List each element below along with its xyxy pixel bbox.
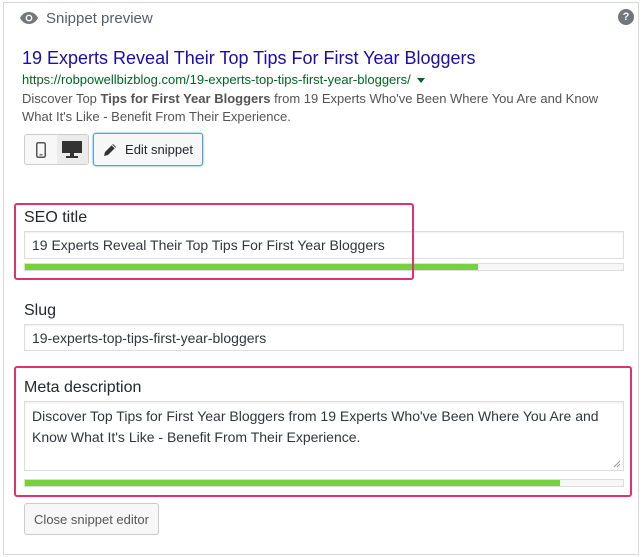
desktop-icon (62, 141, 83, 158)
eye-icon (20, 12, 38, 24)
preview-description-bold: Tips for First Year Bloggers (100, 91, 271, 106)
preview-description-start: Discover Top (22, 91, 101, 106)
slug-label: Slug (24, 302, 57, 319)
seo-title-highlight-box (14, 203, 414, 280)
preview-title[interactable]: 19 Experts Reveal Their Top Tips For Fir… (22, 46, 612, 70)
preview-mode-toggle (24, 134, 89, 165)
desktop-preview-button[interactable] (56, 135, 88, 164)
meta-description-highlight-box (14, 366, 632, 497)
preview-description: Discover Top Tips for First Year Blogger… (22, 90, 622, 126)
preview-url-text: https://robpowellbizblog.com/19-experts-… (22, 72, 411, 87)
edit-snippet-button[interactable]: Edit snippet (93, 133, 203, 166)
mobile-icon (35, 141, 46, 158)
snippet-preview-header: Snippet preview (20, 8, 153, 28)
header-title: Snippet preview (46, 9, 153, 27)
url-dropdown-caret-icon (416, 78, 425, 84)
close-snippet-editor-button[interactable]: Close snippet editor (24, 503, 159, 535)
mobile-preview-button[interactable] (25, 135, 57, 164)
help-icon[interactable]: ? (618, 9, 634, 25)
pencil-icon (104, 143, 117, 156)
google-snippet-preview: 19 Experts Reveal Their Top Tips For Fir… (22, 46, 612, 126)
edit-snippet-label: Edit snippet (125, 142, 193, 157)
slug-input[interactable]: 19-experts-top-tips-first-year-bloggers (24, 324, 624, 351)
preview-url: https://robpowellbizblog.com/19-experts-… (22, 71, 612, 89)
